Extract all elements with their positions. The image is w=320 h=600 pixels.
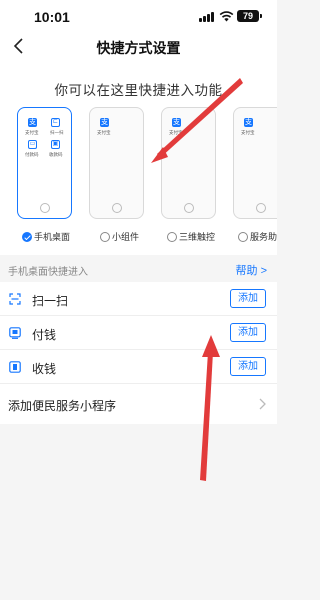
add-pay-button[interactable]: 添加	[230, 323, 266, 342]
list-item: 扫一扫 添加	[0, 282, 277, 316]
option-label: 服务助手	[250, 232, 277, 242]
receive-icon	[9, 361, 21, 373]
pay-code-icon: ▭	[28, 140, 37, 149]
radio-icon[interactable]	[167, 232, 177, 242]
home-button-icon	[111, 203, 122, 213]
add-mini-program-row[interactable]: 添加便民服务小程序	[0, 384, 277, 424]
signal-icon	[199, 12, 215, 22]
row-label: 添加便民服务小程序	[8, 399, 117, 413]
preview-service-assistant[interactable]: 支 支付宝	[233, 107, 277, 219]
option-label: 三维触控	[179, 232, 216, 242]
add-receive-button[interactable]: 添加	[230, 357, 266, 376]
list-item: 收钱 添加	[0, 350, 277, 384]
scan-icon: ⊏	[51, 118, 60, 127]
wifi-icon	[219, 11, 234, 22]
preview-3d-touch[interactable]: 支 支付宝	[161, 107, 216, 219]
row-label: 付钱	[32, 328, 57, 342]
radio-icon[interactable]	[100, 232, 110, 242]
preview-app-label: 扫一扫	[50, 130, 64, 135]
list-item: 付钱 添加	[0, 316, 277, 350]
option-widget[interactable]: 小组件	[100, 230, 139, 244]
alipay-icon: 支	[28, 118, 37, 127]
preview-app-label: 付款码	[25, 152, 39, 157]
pay-icon	[9, 327, 21, 339]
preview-app-label: 支付宝	[25, 130, 39, 135]
preview-app-label: 支付宝	[97, 130, 111, 135]
option-home-screen[interactable]: 手机桌面	[22, 230, 70, 244]
home-button-icon	[183, 203, 194, 213]
help-link[interactable]: 帮助 >	[236, 262, 267, 278]
preview-widget[interactable]: 支 支付宝	[89, 107, 144, 219]
row-label: 收钱	[32, 362, 57, 376]
page-title: 快捷方式设置	[96, 40, 181, 56]
alipay-icon: 支	[172, 118, 181, 127]
preview-home-screen[interactable]: 支 支付宝 ⊏ 扫一扫 ▭ 付款码 ▣ 收款码	[17, 107, 72, 219]
preview-app-label: 支付宝	[169, 130, 183, 135]
alipay-icon: 支	[100, 118, 109, 127]
battery-icon: 79	[237, 10, 262, 22]
section-header: 手机桌面快捷进入 帮助 >	[0, 256, 277, 282]
home-button-icon	[39, 203, 50, 213]
shortcut-preview-panel: 你可以在这里快捷进入功能 支 支付宝 ⊏ 扫一扫 ▭ 付款码 ▣ 收款码 支 支…	[0, 60, 277, 255]
add-scan-button[interactable]: 添加	[230, 289, 266, 308]
alipay-icon: 支	[244, 118, 253, 127]
home-button-icon	[255, 203, 266, 213]
status-bar: 10:01 79	[0, 0, 277, 32]
nav-bar: 快捷方式设置	[0, 32, 277, 60]
preview-app-label: 收款码	[49, 152, 63, 157]
option-service-assistant[interactable]: 服务助手	[238, 230, 277, 244]
collect-code-icon: ▣	[51, 140, 60, 149]
status-time: 10:01	[34, 9, 70, 25]
chevron-right-icon	[259, 398, 266, 410]
option-label: 小组件	[112, 232, 140, 242]
radio-icon[interactable]	[238, 232, 248, 242]
section-title: 手机桌面快捷进入	[8, 267, 88, 278]
shortcut-list: 扫一扫 添加 付钱 添加 收钱 添加 添加便民服务小程序	[0, 282, 277, 424]
preview-app-label: 支付宝	[241, 130, 255, 135]
scan-icon	[9, 293, 21, 305]
option-label: 手机桌面	[34, 232, 71, 242]
option-3d-touch[interactable]: 三维触控	[167, 230, 215, 244]
radio-checked-icon[interactable]	[22, 232, 32, 242]
hint-text: 你可以在这里快捷进入功能	[54, 83, 223, 98]
row-label: 扫一扫	[32, 294, 69, 308]
